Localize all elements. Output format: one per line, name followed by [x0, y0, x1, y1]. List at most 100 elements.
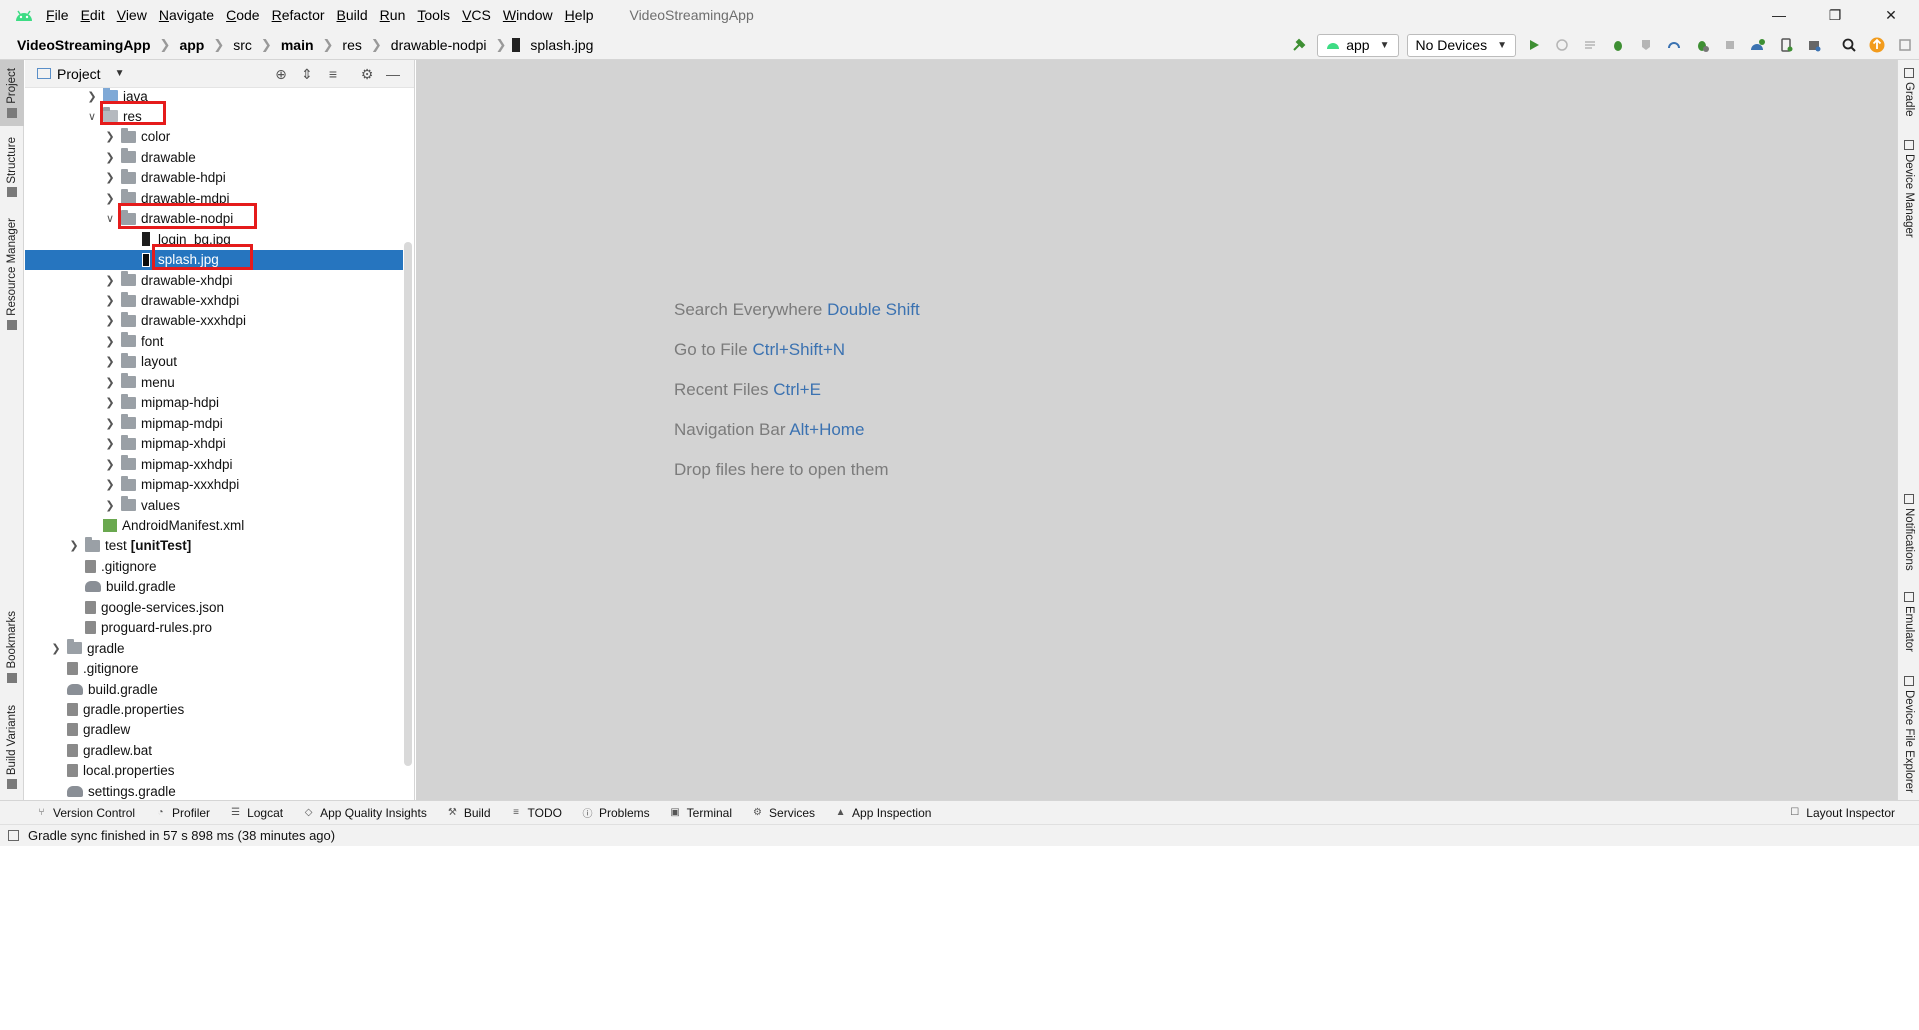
tree-file-row[interactable]: .gitignore — [25, 659, 403, 679]
tree-folder-row[interactable]: ❯ mipmap-hdpi — [25, 393, 403, 413]
tree-file-row[interactable]: settings.gradle — [25, 781, 403, 800]
chevron-right-icon[interactable]: ❯ — [103, 376, 117, 389]
tree-folder-row[interactable]: ❯ drawable-xxhdpi — [25, 291, 403, 311]
stop-icon[interactable] — [1717, 32, 1743, 58]
tab-resource-manager[interactable]: Resource Manager — [0, 216, 24, 332]
expand-all-icon[interactable]: ⇕ — [294, 66, 320, 83]
tab-structure[interactable]: Structure — [0, 132, 24, 202]
chevron-right-icon[interactable]: ❯ — [103, 417, 117, 430]
chevron-right-icon[interactable]: ❯ — [67, 539, 81, 552]
tree-folder-row[interactable]: ❯ color — [25, 127, 403, 147]
chevron-right-icon[interactable]: ❯ — [103, 335, 117, 348]
chevron-right-icon[interactable]: ❯ — [103, 499, 117, 512]
tree-folder-row[interactable]: ❯ drawable-xhdpi — [25, 270, 403, 290]
chevron-down-icon[interactable]: ∨ — [85, 110, 99, 123]
update-icon[interactable] — [1864, 32, 1890, 58]
restore-icon[interactable]: ❐ — [1807, 0, 1863, 30]
tab-build[interactable]: ⚒ Build — [447, 806, 491, 820]
breadcrumb-module[interactable]: app — [176, 37, 207, 53]
tree-file-row[interactable]: gradle.properties — [25, 700, 403, 720]
tree-file-row[interactable]: gradlew — [25, 720, 403, 740]
chevron-right-icon[interactable]: ❯ — [103, 478, 117, 491]
breadcrumb-res[interactable]: res — [339, 37, 364, 53]
apply-changes-icon[interactable] — [1577, 32, 1603, 58]
tree-file-row[interactable]: proguard-rules.pro — [25, 618, 403, 638]
tab-layout-inspector[interactable]: ☐ Layout Inspector — [1789, 806, 1895, 820]
coverage-icon[interactable] — [1633, 32, 1659, 58]
menu-edit[interactable]: Edit — [75, 0, 111, 30]
tab-terminal[interactable]: ▣ Terminal — [670, 806, 732, 820]
tree-file-row[interactable]: build.gradle — [25, 577, 403, 597]
chevron-right-icon[interactable]: ❯ — [103, 437, 117, 450]
tree-folder-row[interactable]: ∨ res — [25, 106, 403, 126]
breadcrumb-project[interactable]: VideoStreamingApp — [14, 37, 154, 53]
locate-file-icon[interactable]: ⊕ — [268, 66, 294, 83]
chevron-right-icon[interactable]: ❯ — [103, 396, 117, 409]
tree-folder-row[interactable]: ❯ drawable — [25, 147, 403, 167]
tab-project[interactable]: Project — [0, 60, 24, 126]
run-icon[interactable] — [1521, 32, 1547, 58]
minimize-icon[interactable]: — — [1751, 0, 1807, 30]
chevron-right-icon[interactable]: ❯ — [103, 274, 117, 287]
tab-version-control[interactable]: ⑂ Version Control — [36, 806, 136, 820]
breadcrumb-file[interactable]: splash.jpg — [527, 37, 596, 53]
menu-view[interactable]: View — [111, 0, 153, 30]
tab-app-inspection[interactable]: ▲ App Inspection — [835, 806, 932, 820]
tree-folder-row[interactable]: ❯ mipmap-xhdpi — [25, 434, 403, 454]
chevron-right-icon[interactable]: ❯ — [103, 171, 117, 184]
tree-folder-row[interactable]: ❯ values — [25, 495, 403, 515]
hammer-icon[interactable] — [1286, 32, 1312, 58]
tree-folder-row[interactable]: ❯ gradle — [25, 638, 403, 658]
profile-icon[interactable] — [1661, 32, 1687, 58]
device-manager-icon[interactable] — [1773, 32, 1799, 58]
tree-file-row[interactable]: gradlew.bat — [25, 740, 403, 760]
chevron-right-icon[interactable]: ❯ — [103, 314, 117, 327]
device-select[interactable]: No Devices ▼ — [1406, 33, 1516, 57]
menu-run[interactable]: Run — [374, 0, 412, 30]
chevron-right-icon[interactable]: ❯ — [103, 192, 117, 205]
breadcrumb-folder[interactable]: drawable-nodpi — [388, 37, 490, 53]
tab-bookmarks[interactable]: Bookmarks — [0, 608, 24, 686]
chevron-down-icon[interactable]: ▼ — [115, 68, 125, 79]
menu-build[interactable]: Build — [331, 0, 374, 30]
tab-app-quality-insights[interactable]: ◇ App Quality Insights — [303, 806, 427, 820]
menu-help[interactable]: Help — [559, 0, 600, 30]
chevron-right-icon[interactable]: ❯ — [85, 90, 99, 103]
tab-logcat[interactable]: ☰ Logcat — [230, 806, 283, 820]
tree-folder-row[interactable]: ❯ test [unitTest] — [25, 536, 403, 556]
attach-debugger-icon[interactable] — [1689, 32, 1715, 58]
tree-folder-row[interactable]: ❯ drawable-hdpi — [25, 168, 403, 188]
debug-icon[interactable] — [1605, 32, 1631, 58]
tree-folder-row[interactable]: ❯ font — [25, 331, 403, 351]
rerun-icon[interactable] — [1549, 32, 1575, 58]
menu-window[interactable]: Window — [497, 0, 559, 30]
search-icon[interactable] — [1836, 32, 1862, 58]
tree-folder-row[interactable]: ❯ java — [25, 88, 403, 106]
tree-file-row[interactable]: build.gradle — [25, 679, 403, 699]
tab-build-variants[interactable]: Build Variants — [0, 700, 24, 794]
project-view-select[interactable]: Project — [57, 66, 101, 82]
chevron-down-icon[interactable]: ∨ — [103, 212, 117, 225]
menu-navigate[interactable]: Navigate — [153, 0, 220, 30]
run-config-select[interactable]: app ▼ — [1317, 33, 1399, 57]
status-message[interactable]: Gradle sync finished in 57 s 898 ms (38 … — [28, 828, 335, 843]
tree-folder-row[interactable]: ❯ drawable-xxxhdpi — [25, 311, 403, 331]
tree-folder-row[interactable]: ❯ mipmap-xxhdpi — [25, 454, 403, 474]
tree-folder-row[interactable]: ❯ mipmap-xxxhdpi — [25, 475, 403, 495]
tree-scrollbar[interactable] — [404, 242, 412, 766]
tree-folder-row[interactable]: ❯ mipmap-mdpi — [25, 413, 403, 433]
gear-icon[interactable]: ⚙ — [354, 66, 380, 83]
tree-file-row[interactable]: google-services.json — [25, 597, 403, 617]
tree-file-row[interactable]: local.properties — [25, 761, 403, 781]
tab-services[interactable]: ⚙ Services — [752, 806, 815, 820]
chevron-right-icon[interactable]: ❯ — [103, 151, 117, 164]
tree-file-row[interactable]: AndroidManifest.xml — [25, 515, 403, 535]
tab-profiler[interactable]: ◔ Profiler — [155, 806, 211, 820]
tree-folder-row[interactable]: ❯ layout — [25, 352, 403, 372]
sdk-manager-icon[interactable] — [1801, 32, 1827, 58]
sync-gradle-icon[interactable] — [1745, 32, 1771, 58]
tab-device-file-explorer[interactable]: Device File Explorer — [1898, 676, 1919, 793]
tab-problems[interactable]: ⓘ Problems — [582, 806, 649, 821]
breadcrumb-main[interactable]: main — [278, 37, 317, 53]
menu-file[interactable]: File — [40, 0, 75, 30]
